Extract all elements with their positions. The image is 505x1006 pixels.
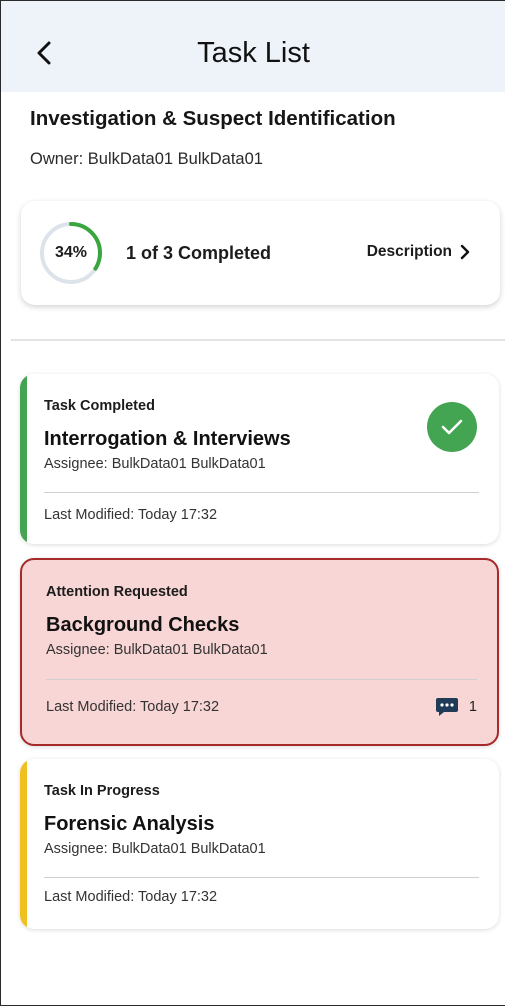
plan-title: Investigation & Suspect Identification [30,107,396,130]
task-assignee: Assignee: BulkData01 BulkData01 [44,841,266,857]
chevron-right-icon [460,244,470,260]
section-divider [11,339,505,341]
comments-button[interactable]: 1 [435,696,477,718]
task-status: Task Completed [44,398,155,414]
task-last-modified: Last Modified: Today 17:32 [44,889,218,905]
description-label: Description [366,243,452,260]
card-divider [44,492,479,493]
task-name: Forensic Analysis [44,813,215,835]
top-app-bar: Task List [1,1,505,92]
task-status: Attention Requested [46,584,188,600]
progress-card: 34% 1 of 3 Completed Description [21,201,500,305]
plan-owner: Owner: BulkData01 BulkData01 [30,150,263,168]
comment-count: 1 [468,699,477,715]
app-screen: Task List Investigation & Suspect Identi… [0,0,505,1006]
check-circle-icon [427,402,477,452]
status-accent-bar [20,759,27,929]
task-card-attention[interactable]: Attention Requested Background Checks As… [20,558,499,746]
task-assignee: Assignee: BulkData01 BulkData01 [46,642,268,658]
task-status: Task In Progress [44,783,160,799]
description-link[interactable]: Description [367,243,470,261]
completed-count: 1 of 3 Completed [126,243,272,263]
task-card-in-progress[interactable]: Task In Progress Forensic Analysis Assig… [20,759,499,929]
task-name: Interrogation & Interviews [44,428,291,450]
page-title: Task List [197,37,310,69]
task-last-modified: Last Modified: Today 17:32 [44,507,218,523]
comment-icon [435,698,458,716]
status-accent-bar [20,374,27,544]
progress-percent: 34% [54,244,88,261]
task-name: Background Checks [46,614,240,636]
task-card-completed[interactable]: Task Completed Interrogation & Interview… [20,374,499,544]
task-last-modified: Last Modified: Today 17:32 [46,699,220,715]
task-assignee: Assignee: BulkData01 BulkData01 [44,456,266,472]
card-divider [46,679,477,680]
card-divider [44,877,479,878]
